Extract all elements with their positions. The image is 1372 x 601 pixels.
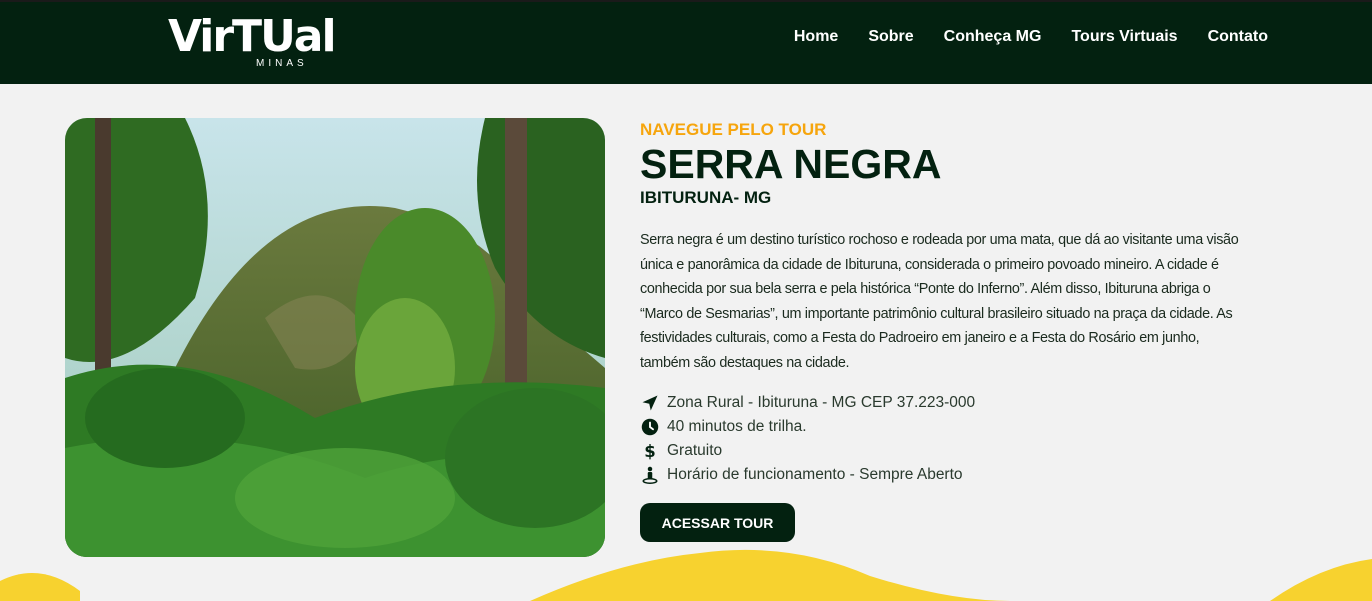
eyebrow-label: NAVEGUE PELO TOUR (640, 120, 827, 139)
nav-link-tours-virtuais[interactable]: Tours Virtuais (1071, 28, 1177, 46)
nav-link-conheca-mg[interactable]: Conheça MG (944, 28, 1042, 46)
info-text-duration: 40 minutos de trilha. (667, 418, 807, 435)
nav-link-sobre[interactable]: Sobre (868, 28, 913, 46)
logo-wordmark: VirTUal (168, 11, 337, 62)
decorative-yellow-wave (0, 549, 1372, 601)
person-pin-icon (640, 465, 660, 485)
page-title: SERRA NEGRA (640, 141, 942, 187)
svg-text:$: $ (644, 442, 655, 460)
tour-content: NAVEGUE PELO TOUR SERRA NEGRA IBITURUNA-… (640, 120, 1260, 487)
tour-description: Serra negra é um destino turístico rocho… (640, 232, 1239, 371)
dollar-icon: $ (640, 441, 660, 461)
top-navbar: VirTUal MINAS Home Sobre Conheça MG Tour… (0, 0, 1372, 84)
info-item-hours: Horário de funcionamento - Sempre Aberto (640, 463, 1260, 487)
info-text-address: Zona Rural - Ibituruna - MG CEP 37.223-0… (667, 394, 976, 411)
nav-link-home[interactable]: Home (794, 28, 838, 46)
info-item-address: Zona Rural - Ibituruna - MG CEP 37.223-0… (640, 391, 1260, 415)
forest-photo-illustration (65, 118, 605, 557)
location-subtitle: IBITURUNA- MG (640, 188, 772, 207)
clock-icon (640, 417, 660, 437)
nav-link-contato[interactable]: Contato (1208, 28, 1268, 46)
site-logo[interactable]: VirTUal MINAS (168, 12, 337, 74)
info-text-hours: Horário de funcionamento - Sempre Aberto (667, 466, 963, 483)
info-list: Zona Rural - Ibituruna - MG CEP 37.223-0… (640, 391, 1260, 487)
location-arrow-icon (640, 393, 660, 413)
info-item-duration: 40 minutos de trilha. (640, 415, 1260, 439)
hero-photo (65, 118, 605, 557)
main-nav: Home Sobre Conheça MG Tours Virtuais Con… (794, 28, 1268, 46)
access-tour-button[interactable]: ACESSAR TOUR (640, 503, 795, 542)
info-text-price: Gratuito (667, 442, 723, 459)
logo-subtitle: MINAS (256, 58, 308, 69)
info-item-price: $ Gratuito (640, 439, 1260, 463)
